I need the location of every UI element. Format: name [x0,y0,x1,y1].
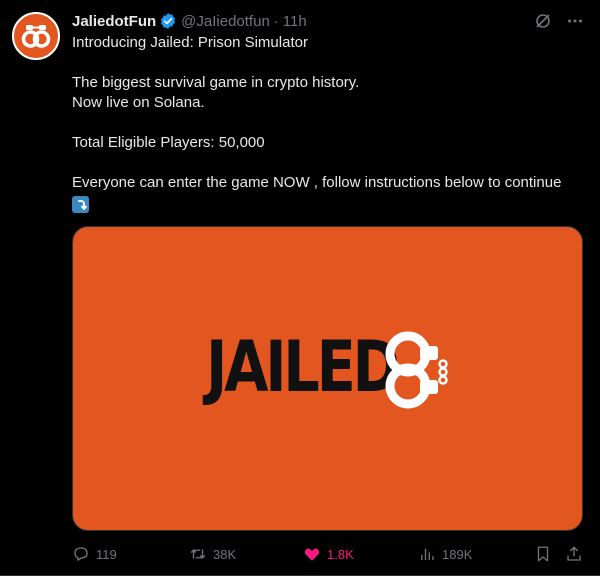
views-button[interactable]: 189K [418,545,472,563]
handle[interactable]: @JaIiedotfun [181,13,270,30]
tweet-line-5: Everyone can enter the game NOW , follow… [72,174,562,191]
views-count: 189K [442,546,473,562]
like-count: 1.8K [327,546,354,562]
tweet[interactable]: JaliedotFun @JaIiedotfun · 11h Introduci… [0,0,600,576]
arrow-curving-down-icon [72,196,89,213]
display-name[interactable]: JaliedotFun [72,13,156,30]
repost-button[interactable]: 38K [189,545,236,563]
repost-count: 38K [213,546,237,562]
jailed-logo: JAILED [206,326,448,409]
bookmark-button[interactable] [534,545,552,563]
handcuffs-icon [21,25,51,48]
tweet-line-4: Total Eligible Players: 50,000 [72,134,265,151]
heart-icon [304,548,320,561]
tweet-actions: 119 38K 1.8K 189K [72,544,584,564]
tweet-line-2: The biggest survival game in crypto hist… [72,74,360,91]
share-icon [567,546,581,561]
tweet-header: JaliedotFun @JaIiedotfun · 11h [72,10,584,32]
tweet-line-3: Now live on Solana. [72,94,205,111]
tweet-media-image[interactable]: JAILED [72,226,583,531]
avatar[interactable] [12,12,60,60]
share-button[interactable] [565,545,583,563]
grok-icon[interactable] [534,12,552,35]
repost-icon [190,549,206,559]
tweet-text: Introducing Jailed: Prison Simulator The… [72,33,584,217]
verified-badge-icon[interactable] [159,12,177,30]
tweet-top-actions [534,12,584,35]
reply-button[interactable]: 119 [72,545,117,563]
handcuffs-icon [385,331,448,409]
logo-text: JAILED [206,326,400,408]
bookmark-icon [537,546,549,562]
analytics-icon [421,548,434,560]
separator: · [273,12,279,30]
reply-count: 119 [96,546,117,562]
reply-icon [74,547,88,561]
more-icon[interactable] [566,12,584,35]
tweet-line-1: Introducing Jailed: Prison Simulator [72,34,308,51]
timestamp[interactable]: 11h [283,13,307,30]
like-button[interactable]: 1.8K [303,545,354,563]
